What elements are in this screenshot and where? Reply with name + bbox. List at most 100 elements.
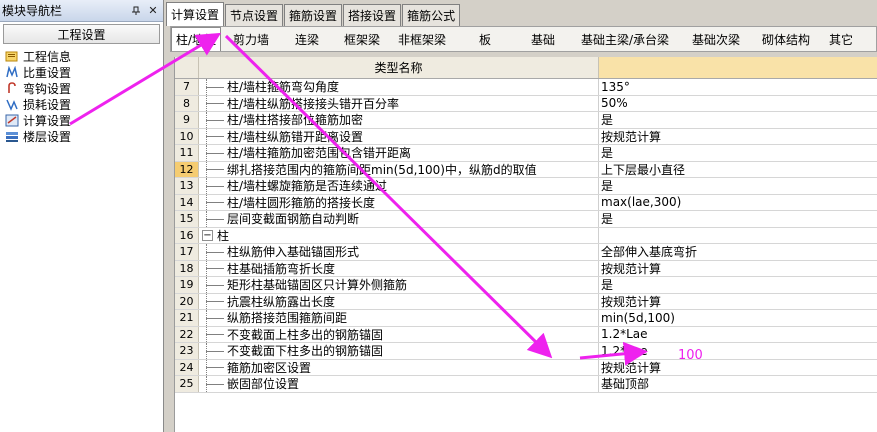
row-name-cell: 柱/墙柱箍筋弯勾角度 [199,79,599,95]
tab-3[interactable]: 搭接设置 [343,4,402,26]
tab-1[interactable]: 节点设置 [225,4,284,26]
table-row[interactable]: 13 柱/墙柱螺旋箍筋是否连续通过 是 [175,178,877,195]
close-icon[interactable]: ✕ [146,4,160,18]
row-number: 19 [175,277,199,293]
row-number: 11 [175,145,199,161]
subtab-8[interactable]: 基础次梁 [681,27,751,51]
table-row[interactable]: 8 柱/墙柱纵筋搭接接头错开百分率 50% [175,95,877,112]
row-value[interactable]: 是 [599,178,877,194]
nav-title-bar: 模块导航栏 ✕ [0,0,163,22]
table-row[interactable]: 19 矩形柱基础锚固区只计算外侧箍筋 是 [175,277,877,294]
table-row[interactable]: 25 嵌固部位设置 基础顶部 [175,376,877,393]
row-value[interactable]: 按规范计算 [599,294,877,310]
row-name: 纵筋搭接范围箍筋间距 [227,311,348,326]
row-value[interactable]: 135° [599,79,877,95]
row-name: 柱纵筋伸入基础锚固形式 [227,245,360,260]
table-row[interactable]: 16− 柱 [175,227,877,244]
nav-item-label: 楼层设置 [23,129,72,144]
table-row[interactable]: 12 绑扎搭接范围内的箍筋间距min(5d,100)中，纵筋d的取值 上下层最小直径 [175,161,877,178]
row-value[interactable]: 按规范计算 [599,360,877,376]
subtab-0[interactable]: 柱/墙柱 [171,27,221,51]
nav-item-4[interactable]: 计算设置 [4,112,163,128]
subtab-1[interactable]: 剪力墙 [221,27,281,51]
nav-item-2[interactable]: 弯钩设置 [4,80,163,96]
row-name-cell: 柱/墙柱螺旋箍筋是否连续通过 [199,178,599,194]
row-number: 16 [175,227,199,243]
tree-line [199,244,227,260]
nav-item-label: 工程信息 [23,49,72,64]
row-name-cell: 绑扎搭接范围内的箍筋间距min(5d,100)中，纵筋d的取值 [199,161,599,177]
row-name: 柱/墙柱搭接部位箍筋加密 [227,113,364,128]
nav-item-1[interactable]: 比重设置 [4,64,163,80]
row-name: 柱/墙柱圆形箍筋的搭接长度 [227,195,376,210]
grid-header: 类型名称 [175,57,877,79]
nav-item-5[interactable]: 楼层设置 [4,128,163,144]
table-row[interactable]: 11 柱/墙柱箍筋加密范围包含错开距离 是 [175,145,877,162]
row-value[interactable]: 是 [599,145,877,161]
table-row[interactable]: 17 柱纵筋伸入基础锚固形式 全部伸入基底弯折 [175,244,877,261]
row-name-cell: 不变截面上柱多出的钢筋锚固 [199,326,599,342]
tree-line [199,145,227,161]
row-value[interactable]: 基础顶部 [599,376,877,392]
nav-item-3[interactable]: 损耗设置 [4,96,163,112]
table-row[interactable]: 18 柱基础插筋弯折长度 按规范计算 [175,260,877,277]
table-row[interactable]: 23 不变截面下柱多出的钢筋锚固 1.2*Lae [175,343,877,360]
row-value[interactable]: 50% [599,96,877,112]
row-name: 箍筋加密区设置 [227,360,312,375]
tab-0[interactable]: 计算设置 [166,2,225,26]
table-row[interactable]: 10 柱/墙柱纵筋错开距离设置 按规范计算 [175,128,877,145]
nav-section-header[interactable]: 工程设置 [3,24,160,44]
row-value[interactable]: 上下层最小直径 [599,162,877,178]
subtab-9[interactable]: 砌体结构 [751,27,821,51]
subtab-6[interactable]: 基础 [517,27,569,51]
collapse-icon[interactable]: − [202,229,213,241]
subtab-7[interactable]: 基础主梁/承台梁 [569,27,681,51]
row-value[interactable]: min(5d,100) [599,310,877,326]
table-row[interactable]: 14 柱/墙柱圆形箍筋的搭接长度 max(lae,300) [175,194,877,211]
subtab-5[interactable]: 板 [453,27,517,51]
table-row[interactable]: 9 柱/墙柱搭接部位箍筋加密 是 [175,112,877,129]
tab-2[interactable]: 箍筋设置 [284,4,343,26]
row-value[interactable]: 是 [599,112,877,128]
table-row[interactable]: 24 箍筋加密区设置 按规范计算 [175,359,877,376]
table-row[interactable]: 21 纵筋搭接范围箍筋间距 min(5d,100) [175,310,877,327]
tree-line [199,178,227,194]
info-icon [4,49,20,63]
nav-item-0[interactable]: 工程信息 [4,48,163,64]
nav-item-label: 比重设置 [23,65,72,80]
row-value[interactable] [599,228,877,244]
row-name-cell: 不变截面下柱多出的钢筋锚固 [199,343,599,359]
row-value[interactable]: 是 [599,277,877,293]
row-number: 25 [175,376,199,392]
subtab-4[interactable]: 非框架梁 [391,27,453,51]
row-value[interactable]: max(lae,300) [599,195,877,211]
row-name-cell: 矩形柱基础锚固区只计算外侧箍筋 [199,277,599,293]
row-name: 柱/墙柱箍筋加密范围包含错开距离 [227,146,412,161]
subtab-2[interactable]: 连梁 [281,27,333,51]
row-value[interactable]: 1.2*Lae [599,343,877,359]
subtab-3[interactable]: 框架梁 [333,27,391,51]
subtab-10[interactable]: 其它 [821,27,861,51]
table-row[interactable]: 22 不变截面上柱多出的钢筋锚固 1.2*Lae [175,326,877,343]
row-value[interactable]: 按规范计算 [599,129,877,145]
row-name-cell: 箍筋加密区设置 [199,359,599,375]
floor-icon [4,129,20,143]
row-value[interactable]: 1.2*Lae [599,327,877,343]
table-row[interactable]: 20 抗震柱纵筋露出长度 按规范计算 [175,293,877,310]
row-name: 柱/墙柱纵筋错开距离设置 [227,129,364,144]
table-row[interactable]: 15 层间变截面钢筋自动判断 是 [175,211,877,228]
hook-icon [4,81,20,95]
row-name: 矩形柱基础锚固区只计算外侧箍筋 [227,278,408,293]
row-number: 13 [175,178,199,194]
table-row[interactable]: 7 柱/墙柱箍筋弯勾角度 135° [175,79,877,96]
row-name-cell: − 柱 [199,227,599,243]
tab-4[interactable]: 箍筋公式 [402,4,461,26]
row-value[interactable]: 按规范计算 [599,261,877,277]
row-value[interactable]: 是 [599,211,877,227]
row-value[interactable]: 全部伸入基底弯折 [599,244,877,260]
pin-icon[interactable] [129,4,143,18]
row-name: 不变截面下柱多出的钢筋锚固 [227,344,384,359]
tree-line [199,79,227,95]
row-number: 22 [175,326,199,342]
row-name: 层间变截面钢筋自动判断 [227,212,360,227]
